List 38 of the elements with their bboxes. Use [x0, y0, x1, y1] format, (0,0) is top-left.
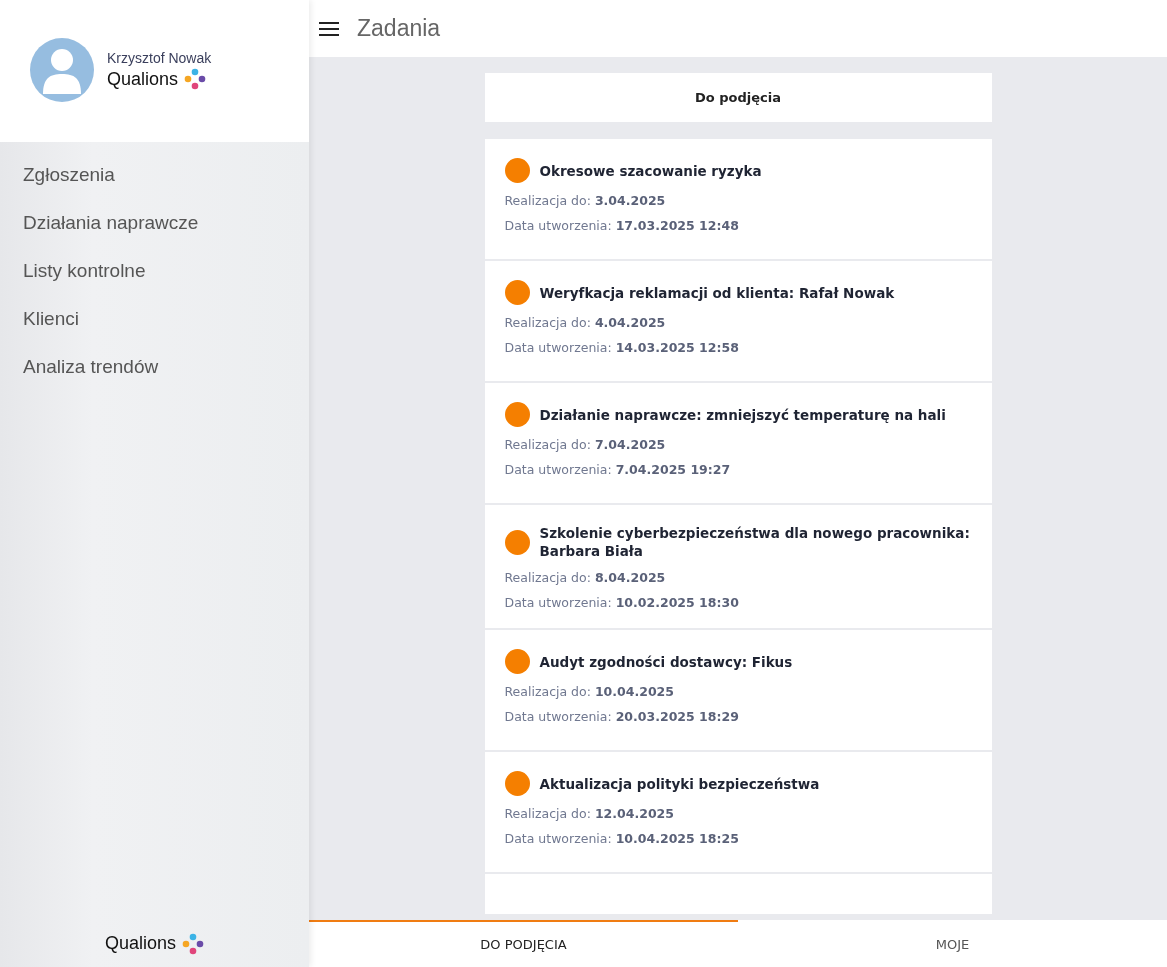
created-date: Data utworzenia: 10.04.2025 18:25: [504, 831, 740, 846]
created-date: Data utworzenia: 10.02.2025 18:30: [504, 595, 740, 610]
sidebar-item[interactable]: Działania naprawcze: [0, 200, 309, 248]
due-date: Realizacja do: 8.04.2025: [504, 570, 667, 585]
sidebar-item[interactable]: Klienci: [0, 296, 309, 344]
brand-logo-text: Qualions: [104, 933, 176, 954]
sidebar-item[interactable]: Listy kontrolne: [0, 248, 309, 296]
due-date: Realizacja do: 3.04.2025: [504, 193, 667, 208]
due-date: Realizacja do: 10.04.2025: [504, 684, 675, 699]
task-title: Okresowe szacowanie ryzyka: [539, 161, 762, 180]
menu-icon: [319, 20, 339, 37]
task-card[interactable]: Weryfkacja reklamacji od klienta: Rafał Nowak Realizacja do: 4.04.2025 Data utworzenia: 14.03.2025 12:58: [484, 261, 992, 381]
task-card[interactable]: Szkolenie cyberbezpieczeństwa dla nowego pracownika: Barbara Biała Realizacja do: 8.04.2025 Data utworzenia: 10.02.2025 18:30: [484, 505, 992, 628]
task-title: Weryfkacja reklamacji od klienta: Rafał Nowak: [539, 283, 895, 302]
brand-dots-icon: [182, 932, 204, 955]
created-date: Data utworzenia: 7.04.2025 19:27: [504, 462, 732, 477]
created-date: Data utworzenia: 17.03.2025 12:48: [504, 218, 740, 233]
task-card[interactable]: Działanie naprawcze: zmniejszyć temperaturę na hali Realizacja do: 7.04.2025 Data utworzenia: 7.04.2025 19:27: [484, 383, 992, 503]
created-date: Data utworzenia: 20.03.2025 18:29: [504, 709, 740, 724]
page-title: Zadania: [357, 15, 441, 42]
task-card[interactable]: Audyt zgodności dostawcy: Fikus Realizacja do: 10.04.2025 Data utworzenia: 20.03.2025 18:29: [484, 630, 992, 750]
due-date: Realizacja do: 4.04.2025: [504, 315, 667, 330]
due-date: Realizacja do: 12.04.2025: [504, 806, 675, 821]
sidebar-item[interactable]: Zgłoszenia: [0, 152, 309, 200]
task-card[interactable]: Okresowe szacowanie ryzyka Realizacja do: 3.04.2025 Data utworzenia: 17.03.2025 12:48: [484, 139, 992, 259]
brand-logo-text: Qualions: [107, 68, 179, 90]
task-card[interactable]: Aktualizacja polityki bezpieczeństwa Realizacja do: 12.04.2025 Data utworzenia: 10.04.2025 18:25: [484, 752, 992, 872]
section-title: Do podjęcia: [484, 73, 992, 122]
task-title: Działanie naprawcze: zmniejszyć temperaturę na hali: [539, 405, 946, 424]
task-title: Aktualizacja polityki bezpieczeństwa: [539, 774, 820, 793]
user-name: Krzysztof Nowak: [107, 50, 212, 66]
task-title: Szkolenie cyberbezpieczeństwa dla nowego pracownika: Barbara Biała: [539, 524, 971, 560]
due-date: Realizacja do: 7.04.2025: [504, 437, 667, 452]
created-date: Data utworzenia: 14.03.2025 12:58: [504, 340, 740, 355]
task-title: Audyt zgodności dostawcy: Fikus: [539, 652, 793, 671]
sidebar-item[interactable]: Analiza trendów: [0, 344, 309, 392]
avatar-icon: [30, 38, 94, 102]
brand-dots-icon: [184, 68, 207, 90]
